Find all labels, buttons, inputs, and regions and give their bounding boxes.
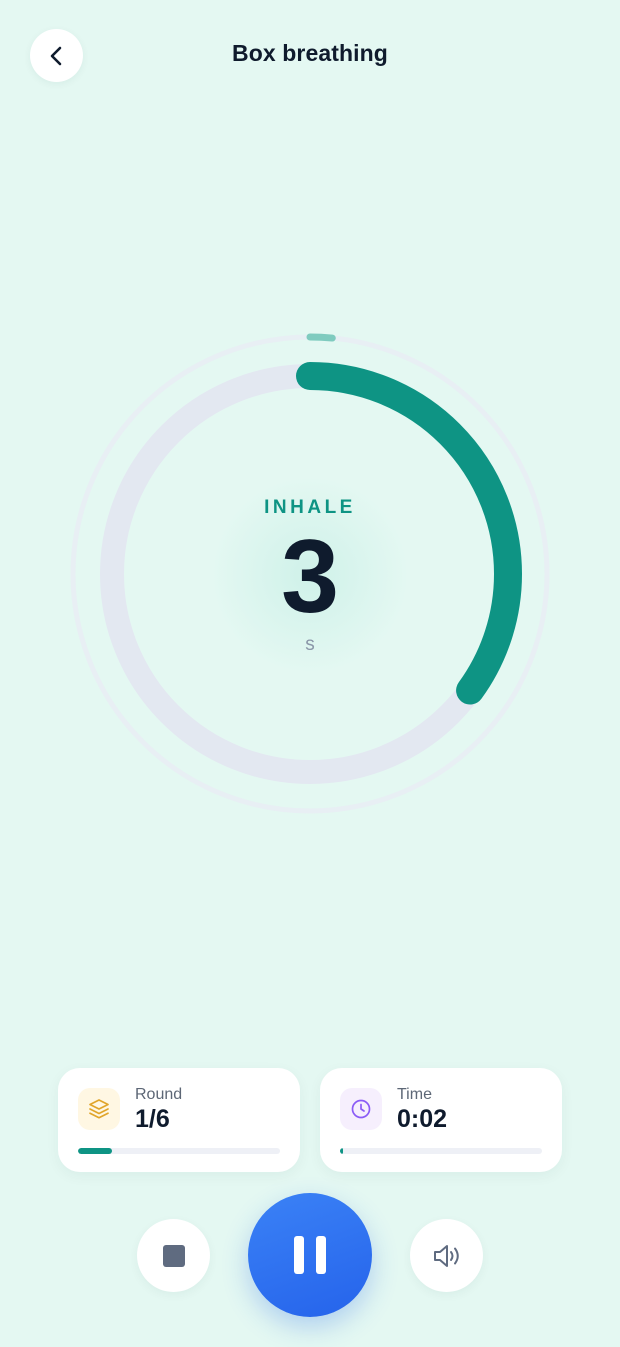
header: Box breathing xyxy=(0,0,620,112)
clock-icon xyxy=(340,1088,382,1130)
stop-icon xyxy=(162,1244,185,1267)
round-label: Round xyxy=(135,1086,183,1103)
sound-button[interactable] xyxy=(410,1219,483,1292)
time-card: Time 0:02 xyxy=(320,1068,562,1172)
round-value: 1/6 xyxy=(135,1105,170,1133)
countdown-number: 3 xyxy=(281,519,339,635)
round-progress-fill xyxy=(78,1148,113,1154)
layers-icon xyxy=(78,1088,120,1130)
round-progress-bar xyxy=(78,1148,280,1154)
time-label: Time xyxy=(397,1086,432,1103)
time-value: 0:02 xyxy=(397,1105,448,1133)
speaker-icon xyxy=(433,1244,459,1267)
page-title: Box breathing xyxy=(232,40,388,66)
countdown-unit: s xyxy=(305,634,315,655)
pause-button[interactable] xyxy=(248,1193,372,1317)
breathing-timer: INHALE 3 s xyxy=(0,300,620,840)
stop-button[interactable] xyxy=(137,1219,210,1292)
time-progress-fill xyxy=(340,1148,344,1154)
pause-icon xyxy=(294,1236,326,1274)
round-card: Round 1/6 xyxy=(58,1068,300,1172)
phase-label: INHALE xyxy=(264,497,356,518)
time-progress-bar xyxy=(340,1148,542,1154)
